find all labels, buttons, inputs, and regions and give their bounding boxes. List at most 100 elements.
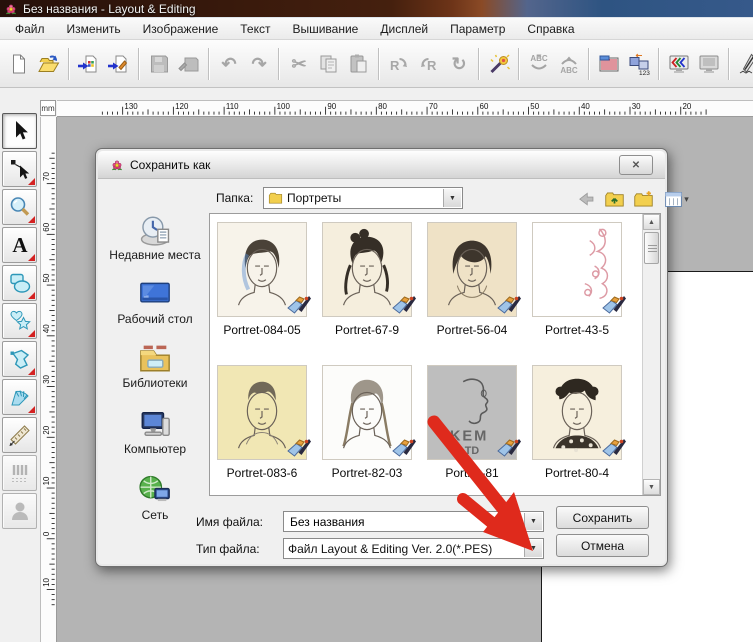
menu-item-text[interactable]: Текст — [229, 20, 281, 38]
toolbar: ↶↷✂RR↻ABCABC123 — [0, 40, 753, 88]
import-image-button[interactable] — [105, 50, 133, 78]
menu-item-help[interactable]: Справка — [516, 20, 585, 38]
cancel-button[interactable]: Отмена — [556, 534, 649, 557]
open-file-button[interactable] — [35, 50, 63, 78]
import-design-button[interactable] — [75, 50, 103, 78]
vertical-ruler: 70605040302010010 — [40, 117, 57, 642]
nav-view-menu-button[interactable]: ▾ — [661, 188, 691, 210]
file-thumbnail[interactable] — [532, 365, 622, 460]
rotate-left-button: R — [385, 50, 413, 78]
nav-new-folder-button[interactable] — [632, 188, 654, 210]
place-recent[interactable]: Недавние места — [104, 213, 206, 262]
svg-text:50: 50 — [42, 273, 51, 282]
save-as-button — [175, 50, 203, 78]
file-list-scrollbar[interactable]: ▲ ▼ — [642, 214, 660, 495]
undo-button: ↶ — [215, 50, 243, 78]
file-thumbnail[interactable] — [217, 222, 307, 317]
import-image-icon — [107, 52, 131, 76]
monitor-view-button — [695, 50, 723, 78]
folder-combobox[interactable]: Портреты ▼ — [263, 187, 463, 209]
menu-item-sew[interactable]: Вышивание — [281, 20, 369, 38]
window-title: Без названия - Layout & Editing — [23, 2, 196, 16]
file-name-combobox[interactable]: ▼ — [283, 511, 544, 532]
file-name-label: Portret-084-05 — [217, 323, 307, 337]
file-name-label: Portret-81 — [427, 466, 517, 480]
magic-wand-button[interactable] — [485, 50, 513, 78]
realistic-view-button[interactable] — [665, 50, 693, 78]
view-menu-arrow-icon: ▾ — [684, 194, 689, 205]
tool-text-button[interactable]: A — [2, 227, 37, 263]
new-file-button[interactable] — [5, 50, 33, 78]
flyout-corner-icon — [28, 216, 35, 223]
stitch-simulator-button[interactable] — [735, 50, 753, 78]
svg-text:40: 40 — [42, 324, 51, 333]
close-button[interactable]: ✕ — [619, 155, 653, 175]
menu-item-file[interactable]: Файл — [4, 20, 56, 38]
svg-text:130: 130 — [124, 102, 138, 111]
scroll-down-button[interactable]: ▼ — [643, 479, 660, 495]
paste-button — [345, 50, 373, 78]
place-computer[interactable]: Компьютер — [104, 407, 206, 456]
file-thumbnail[interactable] — [322, 222, 412, 317]
thread-palette-icon — [597, 52, 621, 76]
place-desktop[interactable]: Рабочий стол — [104, 277, 206, 326]
file-thumbnail[interactable] — [322, 365, 412, 460]
menu-item-option[interactable]: Параметр — [439, 20, 516, 38]
open-file-icon — [37, 52, 61, 76]
rotate-icon: ↻ — [451, 55, 466, 73]
place-network[interactable]: Сеть — [104, 473, 206, 522]
file-name-label: Portret-43-5 — [532, 323, 622, 337]
tool-measure-button[interactable] — [2, 417, 37, 453]
file-item[interactable]: Portret-67-9 — [322, 222, 412, 337]
save-button — [145, 50, 173, 78]
file-name-label: Имя файла: — [196, 515, 263, 529]
app-window: Без названия - Layout & Editing ФайлИзме… — [0, 0, 753, 642]
file-item[interactable]: Portret-80-4 — [532, 365, 622, 480]
file-thumbnail[interactable]: KEMLTD — [427, 365, 517, 460]
tool-outline-shapes-button[interactable] — [2, 303, 37, 339]
place-libraries[interactable]: Библиотеки — [104, 341, 206, 390]
file-item[interactable]: Portret-56-04 — [427, 222, 517, 337]
menu-item-edit[interactable]: Изменить — [56, 20, 132, 38]
tool-portrait-button — [2, 493, 37, 529]
save-as-dialog: Сохранить как ✕ Папка: Портреты ▼ ▾ Неда… — [95, 148, 668, 567]
svg-text:30: 30 — [632, 102, 641, 111]
tool-shapes-button[interactable] — [2, 265, 37, 301]
file-type-dropdown-button[interactable]: ▼ — [524, 540, 542, 557]
tool-fan-stitch-button[interactable] — [2, 379, 37, 415]
file-thumbnail[interactable] — [532, 222, 622, 317]
embroidery-badge-icon — [390, 295, 417, 319]
scrollbar-thumb[interactable] — [644, 232, 659, 264]
tool-select-button[interactable] — [2, 113, 37, 149]
file-name-dropdown-button[interactable]: ▼ — [524, 513, 542, 530]
save-button[interactable]: Сохранить — [556, 506, 649, 529]
tool-manual-punch-button[interactable] — [2, 341, 37, 377]
place-label: Компьютер — [104, 443, 206, 456]
file-thumbnail[interactable] — [217, 365, 307, 460]
menu-item-image[interactable]: Изображение — [132, 20, 230, 38]
select-icon — [8, 119, 32, 143]
nav-up-folder-button[interactable] — [603, 188, 625, 210]
folder-dropdown-button[interactable]: ▼ — [443, 189, 461, 207]
file-item[interactable]: Portret-084-05 — [217, 222, 307, 337]
scroll-up-button[interactable]: ▲ — [643, 214, 660, 230]
tool-zoom-button[interactable] — [2, 189, 37, 225]
file-item[interactable]: Portret-43-5 — [532, 222, 622, 337]
sew-order-button[interactable]: 123 — [625, 50, 653, 78]
file-name-input[interactable] — [288, 514, 543, 530]
text-arc-convex-icon: ABC — [557, 52, 581, 76]
menu-item-display[interactable]: Дисплей — [369, 20, 439, 38]
svg-text:10: 10 — [42, 476, 51, 485]
file-type-combobox[interactable]: Файл Layout & Editing Ver. 2.0(*.PES) ▼ — [283, 538, 544, 559]
file-item[interactable]: Portret-083-6 — [217, 365, 307, 480]
cut-button: ✂ — [285, 50, 313, 78]
tool-point-edit-button[interactable] — [2, 151, 37, 187]
svg-text:120: 120 — [175, 102, 189, 111]
recent-icon — [138, 213, 172, 247]
file-item[interactable]: Portret-82-03 — [322, 365, 412, 480]
file-item[interactable]: KEMLTD Portret-81 — [427, 365, 517, 480]
file-thumbnail[interactable] — [427, 222, 517, 317]
thread-palette-button[interactable] — [595, 50, 623, 78]
toolbar-separator — [728, 48, 730, 80]
svg-text:20: 20 — [42, 425, 51, 434]
